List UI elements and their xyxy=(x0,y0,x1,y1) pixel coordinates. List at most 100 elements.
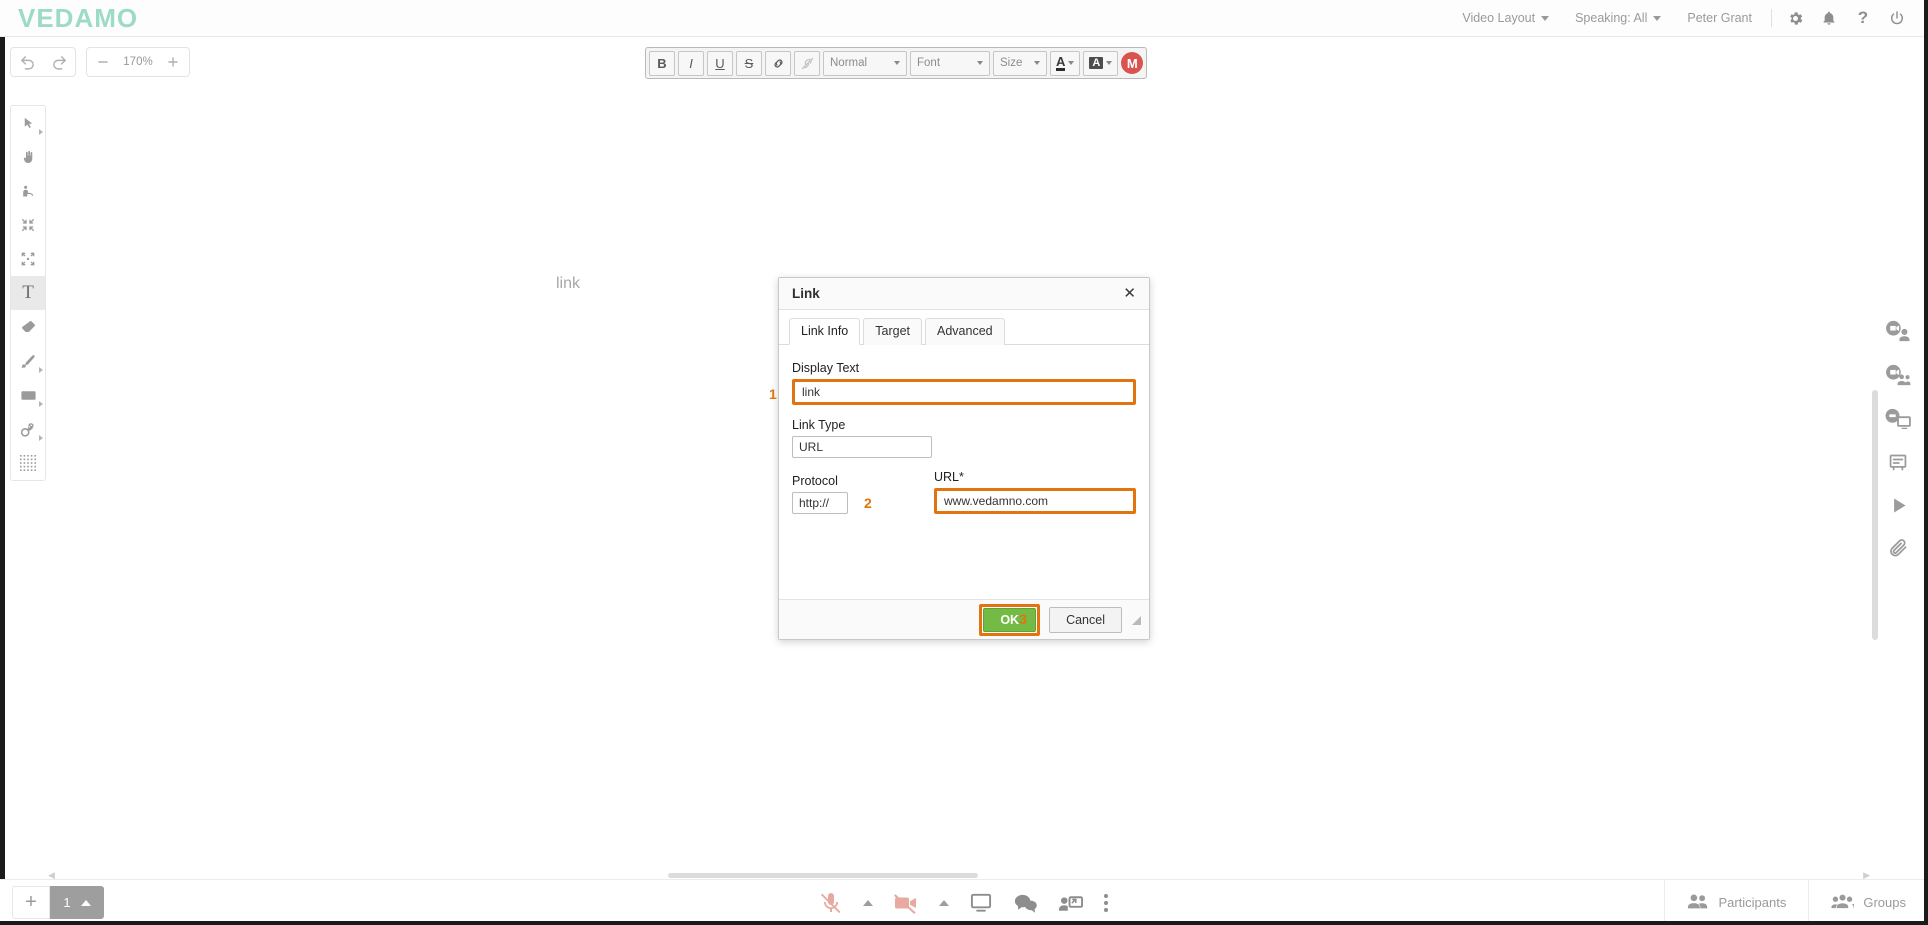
chevron-down-icon xyxy=(1653,15,1662,21)
add-page-button[interactable]: + xyxy=(12,886,50,919)
submenu-arrow-icon xyxy=(39,367,43,373)
tab-advanced[interactable]: Advanced xyxy=(925,318,1005,345)
horizontal-scroll-thumb[interactable] xyxy=(668,872,978,878)
record-screen-icon[interactable] xyxy=(1884,408,1912,430)
vertical-scrollbar[interactable] xyxy=(1872,390,1878,640)
user-name-label: Peter Grant xyxy=(1687,11,1752,25)
link-dialog-title: Link xyxy=(792,286,820,301)
zoom-out-button[interactable] xyxy=(87,47,119,77)
zoom-in-button[interactable] xyxy=(157,47,189,77)
eraser-tool[interactable] xyxy=(11,310,45,344)
page-selector[interactable]: 1 xyxy=(50,886,104,919)
participants-label: Participants xyxy=(1718,895,1787,910)
link-type-select[interactable]: URL xyxy=(792,436,932,458)
user-name[interactable]: Peter Grant xyxy=(1674,0,1765,36)
share-screen-person-icon[interactable] xyxy=(1058,892,1083,914)
select-tool[interactable] xyxy=(11,106,45,140)
groups-button[interactable]: Groups xyxy=(1808,880,1928,925)
strikethrough-button[interactable]: S xyxy=(736,50,762,76)
background-color-button[interactable]: A xyxy=(1083,50,1119,76)
record-person-icon[interactable] xyxy=(1884,320,1912,342)
pointer-tool[interactable] xyxy=(11,174,45,208)
microphone-toggle[interactable] xyxy=(819,891,843,915)
header-divider xyxy=(1771,9,1772,27)
url-highlight: www.vedamno.com xyxy=(934,488,1136,514)
font-family-select[interactable]: Font xyxy=(910,50,990,76)
canvas-text-link[interactable]: link xyxy=(556,275,580,293)
power-icon[interactable] xyxy=(1880,0,1914,36)
redo-icon[interactable] xyxy=(43,47,75,77)
horizontal-scrollbar[interactable]: ◀ ▶ xyxy=(48,870,1870,880)
text-color-button[interactable]: A xyxy=(1050,50,1081,76)
camera-toggle[interactable] xyxy=(893,891,919,915)
undo-icon[interactable] xyxy=(11,47,43,77)
grid-tool[interactable] xyxy=(11,446,45,480)
gear-icon[interactable] xyxy=(1778,0,1812,36)
url-input[interactable]: www.vedamno.com xyxy=(937,491,1133,511)
chevron-down-icon xyxy=(1068,61,1075,65)
notes-icon[interactable] xyxy=(1887,452,1909,473)
app-header: VEDAMO Video Layout Speaking: All Peter … xyxy=(0,0,1928,37)
link-dialog-tabs: Link Info Target Advanced xyxy=(779,310,1149,345)
media-controls xyxy=(819,891,1109,915)
groups-icon xyxy=(1831,893,1855,913)
chevron-down-icon xyxy=(1541,15,1550,21)
speaking-menu[interactable]: Speaking: All xyxy=(1562,0,1674,36)
protocol-select[interactable]: http:// xyxy=(792,492,848,514)
italic-button[interactable]: I xyxy=(678,50,704,76)
participants-button[interactable]: Participants xyxy=(1664,880,1808,925)
header-right-group: Video Layout Speaking: All Peter Grant ? xyxy=(1449,0,1928,36)
display-text-label: Display Text xyxy=(792,361,860,375)
pan-tool[interactable] xyxy=(11,140,45,174)
ok-highlight: OK xyxy=(979,603,1041,636)
ungroup-tool[interactable] xyxy=(11,242,45,276)
bell-icon[interactable] xyxy=(1812,0,1846,36)
math-editor-icon[interactable]: M xyxy=(1121,52,1144,74)
video-layout-menu[interactable]: Video Layout xyxy=(1449,0,1562,36)
resize-grip[interactable] xyxy=(1131,615,1141,625)
display-text-input[interactable]: link xyxy=(795,382,1133,402)
stamp-tool[interactable] xyxy=(11,412,45,446)
underline-button[interactable]: U xyxy=(707,50,733,76)
tab-target[interactable]: Target xyxy=(863,318,923,345)
chat-icon[interactable] xyxy=(1013,892,1038,914)
bottom-bar: + 1 Participants Groups xyxy=(0,879,1928,925)
url-label: URL* xyxy=(934,470,964,484)
group-tool[interactable] xyxy=(11,208,45,242)
chevron-up-icon xyxy=(863,899,873,906)
display-text-group: Display Text 1 link xyxy=(769,361,1136,405)
vedamo-logo: VEDAMO xyxy=(18,2,139,33)
more-vertical-icon[interactable] xyxy=(1103,892,1109,914)
shape-tool[interactable] xyxy=(11,378,45,412)
text-tool[interactable]: T xyxy=(11,276,45,310)
brush-tool[interactable] xyxy=(11,344,45,378)
ok-button[interactable]: OK xyxy=(983,607,1037,632)
submenu-arrow-icon xyxy=(39,401,43,407)
unlink-icon[interactable] xyxy=(794,50,820,76)
screen-share-button[interactable] xyxy=(969,891,993,914)
bold-button[interactable]: B xyxy=(649,50,675,76)
link-dialog-footer: 3 OK Cancel xyxy=(779,599,1149,639)
step-1-annotation: 1 xyxy=(769,386,777,402)
link-icon[interactable] xyxy=(765,50,791,76)
camera-options[interactable] xyxy=(939,899,949,906)
font-size-select[interactable]: Size xyxy=(993,50,1047,76)
media-play-icon[interactable] xyxy=(1888,495,1909,516)
close-icon[interactable]: ✕ xyxy=(1123,286,1136,301)
bg-color-label: A xyxy=(1089,57,1104,69)
paragraph-format-select[interactable]: Normal xyxy=(823,50,907,76)
attachment-icon[interactable] xyxy=(1888,538,1909,559)
link-dialog-body: Display Text 1 link Link Type URL Protoc… xyxy=(769,345,1149,599)
speaking-label: Speaking: All xyxy=(1575,11,1648,25)
format-value: Normal xyxy=(830,57,868,69)
link-dialog: Link ✕ Link Info Target Advanced Display… xyxy=(769,277,1150,640)
strike-label: S xyxy=(744,55,754,71)
cancel-button[interactable]: Cancel xyxy=(1049,606,1122,633)
record-group-icon[interactable] xyxy=(1884,364,1912,386)
microphone-options[interactable] xyxy=(863,899,873,906)
page-number-label: 1 xyxy=(63,895,71,910)
tab-link-info[interactable]: Link Info xyxy=(789,318,861,345)
question-icon[interactable]: ? xyxy=(1846,0,1880,36)
size-value: Size xyxy=(1000,57,1023,69)
chevron-down-icon xyxy=(894,61,900,65)
